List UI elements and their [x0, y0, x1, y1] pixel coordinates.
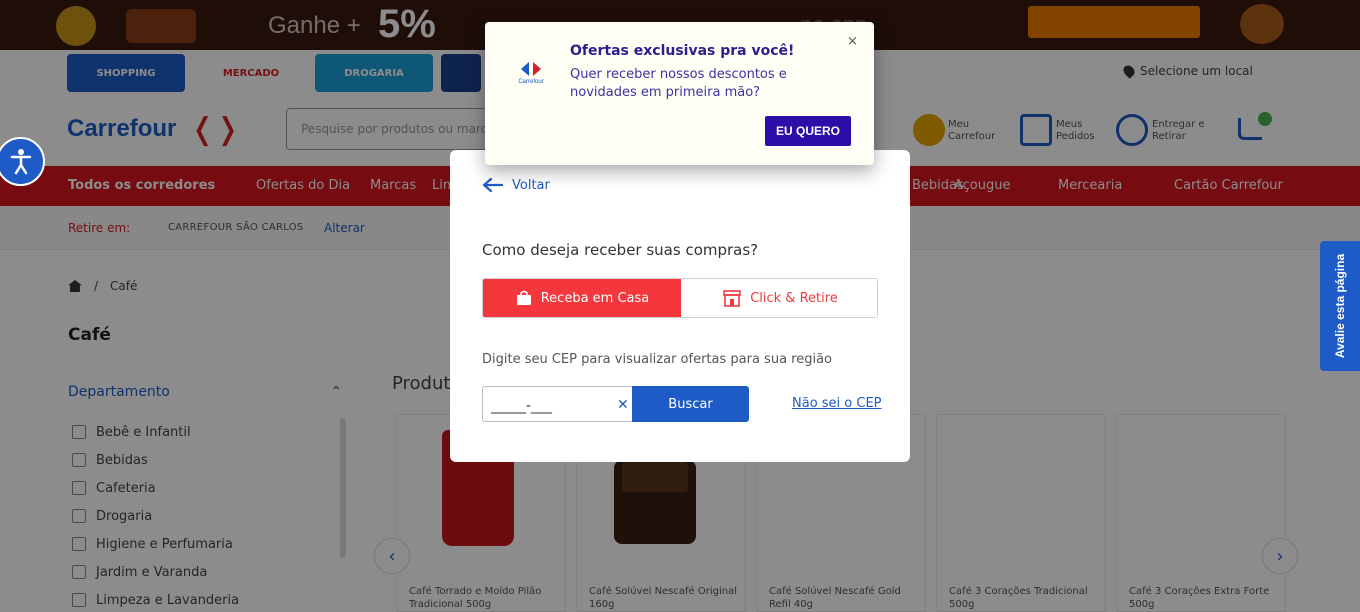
back-link[interactable]: Voltar	[482, 177, 550, 193]
delivery-question: Como deseja receber suas compras?	[482, 241, 759, 259]
carrefour-mark-icon	[521, 62, 541, 76]
notification-body: Quer receber nossos descontos e novidade…	[570, 67, 787, 100]
option-home-label: Receba em Casa	[540, 290, 650, 306]
search-cep-label: Buscar	[668, 396, 713, 412]
notification-prompt: Carrefour Ofertas exclusivas pra você! Q…	[485, 22, 874, 165]
dont-know-cep-link[interactable]: Não sei o CEP	[792, 396, 882, 411]
search-cep-button[interactable]: Buscar	[632, 386, 749, 422]
back-label: Voltar	[512, 177, 550, 193]
clear-icon[interactable]: ✕	[617, 397, 629, 413]
cep-input[interactable]	[491, 395, 601, 417]
cep-field[interactable]: ✕	[482, 386, 634, 422]
notification-title: Ofertas exclusivas pra você!	[570, 43, 795, 59]
option-pickup-label: Click & Retire	[750, 290, 838, 306]
arrow-left-icon	[482, 177, 504, 193]
shopping-bag-icon	[516, 290, 531, 305]
delivery-modal: Voltar Como deseja receber suas compras?…	[450, 150, 910, 462]
delivery-mode-toggle: Receba em Casa Click & Retire	[482, 278, 878, 318]
feedback-tab-label: Avalie esta página	[1333, 253, 1347, 359]
subscribe-label: EU QUERO	[775, 124, 840, 138]
accessibility-icon	[10, 148, 31, 174]
subscribe-button[interactable]: EU QUERO	[765, 116, 851, 146]
option-home-delivery[interactable]: Receba em Casa	[483, 279, 681, 317]
option-click-retire[interactable]: Click & Retire	[681, 279, 877, 317]
notification-logo-text: Carrefour	[518, 79, 544, 85]
cep-hint: Digite seu CEP para visualizar ofertas p…	[482, 352, 833, 367]
carrefour-logo-icon: Carrefour	[513, 60, 549, 90]
store-icon	[723, 290, 742, 307]
feedback-tab[interactable]: Avalie esta página	[1320, 241, 1360, 371]
close-icon[interactable]: ×	[847, 34, 858, 49]
